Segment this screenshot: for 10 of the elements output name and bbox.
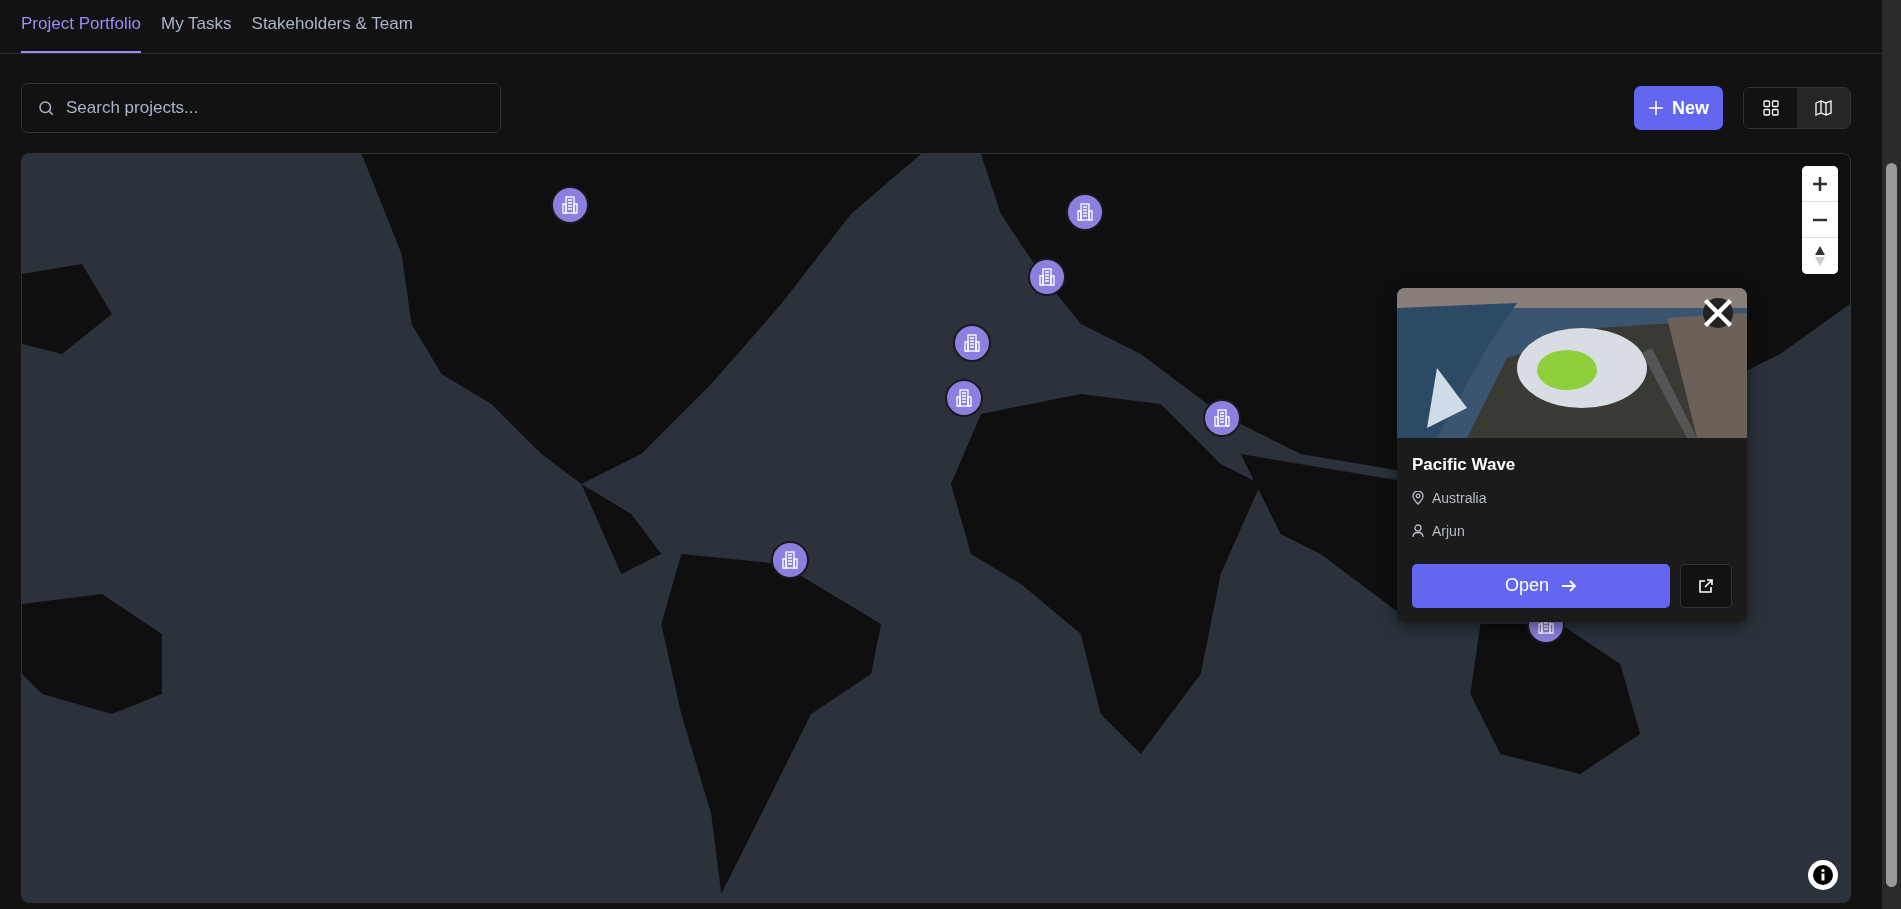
tab[interactable]: Stakeholders & Team (251, 0, 413, 53)
scrollbar[interactable] (1882, 0, 1901, 909)
new-button[interactable]: New (1634, 86, 1723, 130)
map-view-button[interactable] (1797, 88, 1850, 128)
map-icon (1815, 100, 1832, 116)
search-field[interactable]: Search projects... (21, 83, 501, 133)
grid-icon (1762, 100, 1779, 116)
tab[interactable]: Project Portfolio (21, 0, 141, 53)
plus-icon (1648, 100, 1664, 116)
tab[interactable]: My Tasks (161, 0, 232, 53)
